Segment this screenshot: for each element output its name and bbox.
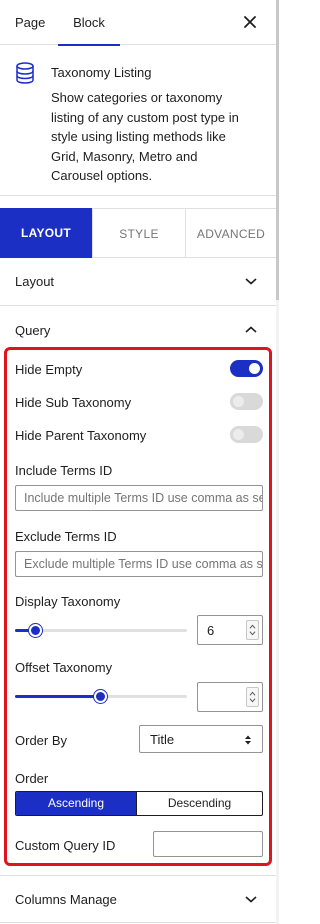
slider-fill xyxy=(15,695,101,698)
scrollbar-thumb[interactable] xyxy=(276,0,279,300)
settings-tabs: LAYOUT STYLE ADVANCED xyxy=(0,208,276,258)
slider-handle[interactable] xyxy=(29,624,42,637)
display-taxonomy-number[interactable]: 6 xyxy=(197,615,263,645)
hide-parent-taxonomy-toggle[interactable] xyxy=(230,426,263,443)
spinner-arrows-icon[interactable] xyxy=(246,620,259,640)
tab-style[interactable]: STYLE xyxy=(92,208,185,258)
hide-empty-toggle[interactable] xyxy=(230,360,263,377)
panel-layout[interactable]: Layout xyxy=(0,258,276,306)
display-taxonomy-slider[interactable] xyxy=(15,624,187,637)
toggle-knob xyxy=(233,429,244,440)
chevron-down-icon xyxy=(245,896,257,903)
order-by-select[interactable]: Title xyxy=(139,725,263,753)
order-descending-button[interactable]: Descending xyxy=(136,792,262,815)
tab-block[interactable]: Block xyxy=(58,0,120,46)
close-icon[interactable] xyxy=(241,13,259,31)
block-description: Show categories or taxonomy listing of a… xyxy=(51,90,239,183)
exclude-terms-label: Exclude Terms ID xyxy=(15,529,117,544)
order-label: Order xyxy=(15,771,49,786)
hide-parent-taxonomy-label: Hide Parent Taxonomy xyxy=(15,428,147,443)
slider-handle[interactable] xyxy=(94,690,107,703)
panel-query[interactable]: Query xyxy=(0,307,276,347)
display-taxonomy-value: 6 xyxy=(207,623,215,638)
custom-query-id-input[interactable] xyxy=(153,831,263,857)
spinner-arrows-icon[interactable] xyxy=(246,687,259,707)
chevron-down-icon xyxy=(245,278,257,285)
order-by-value: Title xyxy=(150,732,175,747)
custom-query-id-label: Custom Query ID xyxy=(15,838,116,853)
select-arrows-icon xyxy=(245,735,251,745)
hide-empty-label: Hide Empty xyxy=(15,362,83,377)
scrollbar[interactable] xyxy=(276,0,279,924)
offset-taxonomy-label: Offset Taxonomy xyxy=(15,660,113,675)
exclude-terms-input[interactable]: Exclude multiple Terms ID use comma as s… xyxy=(15,551,263,577)
tab-advanced[interactable]: ADVANCED xyxy=(185,208,276,258)
toggle-knob xyxy=(233,396,244,407)
display-taxonomy-label: Display Taxonomy xyxy=(15,594,121,609)
order-by-label: Order By xyxy=(15,733,68,748)
order-ascending-button[interactable]: Ascending xyxy=(16,792,136,815)
tab-layout[interactable]: LAYOUT xyxy=(0,208,92,258)
offset-taxonomy-number[interactable] xyxy=(197,682,263,712)
tab-page[interactable]: Page xyxy=(15,0,45,45)
chevron-up-icon xyxy=(245,326,257,333)
offset-taxonomy-slider[interactable] xyxy=(15,690,187,703)
include-terms-label: Include Terms ID xyxy=(15,463,113,478)
panel-query-label: Query xyxy=(15,323,51,338)
database-icon xyxy=(16,62,34,84)
hide-sub-taxonomy-toggle[interactable] xyxy=(230,393,263,410)
toggle-knob xyxy=(249,363,260,374)
panel-columns-manage-label: Columns Manage xyxy=(15,892,117,907)
block-card: Taxonomy Listing Show categories or taxo… xyxy=(0,46,276,196)
block-title: Taxonomy Listing xyxy=(51,65,152,80)
sidebar-header: Page Block xyxy=(0,0,279,46)
order-toggle-group: Ascending Descending xyxy=(15,791,263,816)
include-terms-input[interactable]: Include multiple Terms ID use comma as s… xyxy=(15,485,263,511)
hide-sub-taxonomy-label: Hide Sub Taxonomy xyxy=(15,395,132,410)
panel-columns-manage[interactable]: Columns Manage xyxy=(0,875,276,923)
panel-layout-label: Layout xyxy=(15,274,55,289)
